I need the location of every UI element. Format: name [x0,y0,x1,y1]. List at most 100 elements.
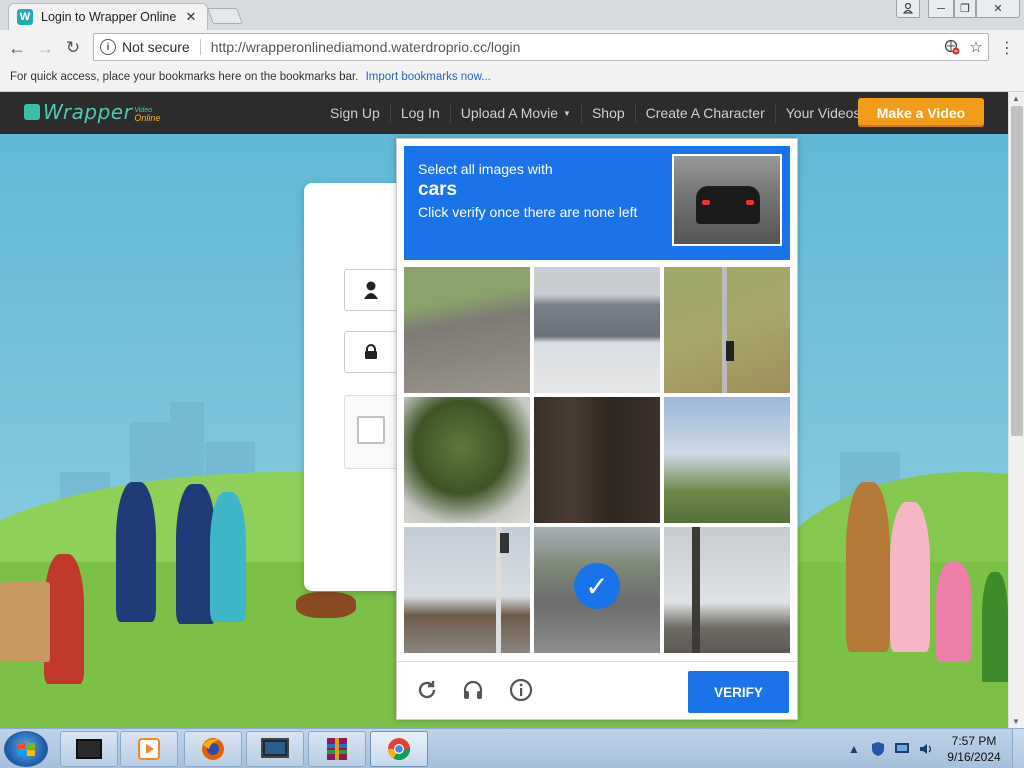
scroll-thumb[interactable] [1011,106,1023,436]
taskbar-app-media-player[interactable] [120,731,178,767]
character-police-1 [116,482,156,622]
scroll-down-icon[interactable]: ▼ [1012,717,1020,726]
taskbar-app-firefox[interactable] [184,731,242,767]
windows-taskbar: ▲ 7:57 PM 9/16/2024 [0,728,1024,768]
moving-boxes [0,582,50,662]
restore-icon[interactable]: ❐ [954,0,976,18]
new-tab-button[interactable] [207,8,243,24]
system-tray: ▲ [842,729,938,768]
info-icon[interactable] [507,676,535,704]
page-viewport: Wrapper Video Online Sign Up Log In Uplo… [0,92,1008,728]
logo-icon [24,104,40,120]
character-mom [890,502,930,652]
favicon-icon: W [17,9,33,25]
captcha-tile-pole-sky[interactable] [664,527,790,653]
taskbar-app-monitor[interactable] [246,731,304,767]
car-shape [696,186,760,224]
info-icon[interactable]: i [100,39,116,55]
verify-button[interactable]: VERIFY [688,671,789,713]
tree [982,572,1008,682]
system-clock[interactable]: 7:57 PM 9/16/2024 [940,733,1008,765]
audio-challenge-icon[interactable] [459,676,487,704]
taskbar-app-winrar[interactable] [308,731,366,767]
traffic-light [500,533,509,553]
user-icon [363,281,378,299]
windows-logo-icon [18,743,35,756]
lock-icon [364,344,377,359]
recaptcha-checkbox[interactable] [357,416,385,444]
security-shield-icon[interactable] [870,741,886,757]
captcha-prompt: Select all images with [418,161,553,177]
captcha-keyword: cars [418,179,458,200]
reload-icon[interactable]: ↻ [62,37,84,59]
main-nav: Sign Up Log In Upload A Movie ▼ Shop Crea… [320,92,870,134]
bookmarks-hint: For quick access, place your bookmarks h… [10,71,359,83]
close-tab-icon[interactable]: ✕ [183,9,199,25]
nav-upload-label: Upload A Movie [460,105,559,121]
character-dad [846,482,890,652]
selected-check-icon: ✓ [574,563,620,609]
captcha-tile-road-trees[interactable]: ✓ [534,527,660,653]
nav-sign-up[interactable]: Sign Up [320,103,390,123]
captcha-tile-grid: ✓ [404,267,790,653]
tail-light [702,200,710,205]
security-label: Not secure [122,39,190,55]
captcha-tile-palm-tree[interactable] [404,397,530,523]
traffic-light [726,341,734,361]
show-hidden-icons-icon[interactable]: ▲ [846,741,862,757]
logo-tag-bottom: Online [134,113,161,123]
character-dog [296,592,356,618]
close-window-icon[interactable]: ✕ [976,0,1020,18]
logo-text: Wrapper [43,100,133,124]
import-bookmarks-link[interactable]: Import bookmarks now... [366,71,491,83]
pole [692,527,700,653]
volume-icon[interactable] [918,741,934,757]
make-video-button[interactable]: Make a Video [858,98,984,127]
taskbar-app-chrome[interactable] [370,731,428,767]
reload-challenge-icon[interactable] [413,676,441,704]
browser-tab[interactable]: W Login to Wrapper Online ✕ [8,3,208,30]
page-scrollbar[interactable]: ▲ ▼ [1008,92,1024,728]
caret-down-icon: ▼ [563,108,571,118]
bookmarks-bar: For quick access, place your bookmarks h… [0,66,1024,92]
site-header: Wrapper Video Online Sign Up Log In Uplo… [0,92,1008,134]
nav-shop[interactable]: Shop [580,103,635,123]
network-icon[interactable] [894,741,910,757]
captcha-challenge: Select all images with cars Click verify… [396,138,798,720]
minimize-icon[interactable]: ─ [928,0,954,18]
captcha-instructions: Select all images with cars Click verify… [404,146,790,260]
taskbar-app-terminal[interactable] [60,731,118,767]
user-icon[interactable] [896,0,920,18]
show-desktop-button[interactable] [1012,729,1024,768]
pole [722,267,727,393]
nav-log-in[interactable]: Log In [389,103,450,123]
captcha-tile-traffic-light-building[interactable] [404,527,530,653]
captcha-tile-traffic-light-hill[interactable] [664,267,790,393]
captcha-hint: Click verify once there are none left [418,204,638,220]
divider [199,39,201,55]
captcha-tile-dark-fence[interactable] [534,397,660,523]
password-field[interactable] [344,331,396,373]
username-field[interactable] [344,269,396,311]
url-text[interactable]: http://wrapperonlinediamond.waterdroprio… [211,39,940,55]
forward-icon[interactable]: → [34,37,56,59]
browser-toolbar: ← → ↻ i Not secure http://wrapperonlined… [0,30,1024,66]
tail-light [746,200,754,205]
captcha-sample-image [672,154,782,246]
bookmark-star-icon[interactable]: ☆ [964,35,988,59]
start-button[interactable] [4,731,48,767]
nav-create-character[interactable]: Create A Character [634,103,775,123]
address-bar[interactable]: i Not secure http://wrapperonlinediamond… [93,33,989,61]
blocked-content-icon[interactable] [940,35,964,59]
tab-title: Login to Wrapper Online [41,10,177,24]
back-icon[interactable]: ← [6,37,28,59]
captcha-footer: VERIFY [397,661,797,721]
site-logo[interactable]: Wrapper Video Online [24,100,160,124]
nav-upload-movie[interactable]: Upload A Movie ▼ [449,103,581,123]
scroll-up-icon[interactable]: ▲ [1012,94,1020,103]
nav-your-videos[interactable]: Your Videos [774,103,871,123]
captcha-tile-palm-sky[interactable] [664,397,790,523]
captcha-tile-road-grass[interactable] [404,267,530,393]
menu-icon[interactable]: ⋮ [997,38,1017,58]
captcha-tile-house-roof[interactable] [534,267,660,393]
